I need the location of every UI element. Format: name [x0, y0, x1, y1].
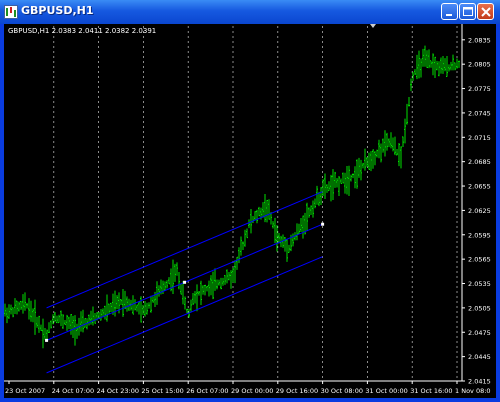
chart-window: GBPUSD,H1 2.0835 2.0805 2.0775 2.0745 2.0715… — [0, 0, 500, 402]
y-tick-label: 2.0415 — [468, 378, 491, 386]
y-tick-label: 2.0475 — [468, 329, 491, 337]
x-tick-label: 24 Oct 07:00 — [52, 387, 94, 395]
y-tick-label: 2.0565 — [468, 256, 491, 264]
maximize-icon — [463, 7, 473, 16]
y-tick-label: 2.0685 — [468, 158, 491, 166]
close-icon — [481, 7, 491, 17]
y-tick-label: 2.0835 — [468, 36, 491, 44]
maximize-button[interactable] — [459, 3, 476, 20]
x-tick-label: 31 Oct 16:00 — [410, 387, 452, 395]
channel-anchor-point — [183, 280, 187, 284]
y-tick-label: 2.0775 — [468, 85, 491, 93]
x-tick-label: 31 Oct 00:00 — [365, 387, 407, 395]
y-tick-label: 2.0625 — [468, 207, 491, 215]
y-tick-label: 2.0595 — [468, 231, 491, 239]
minimize-button[interactable] — [441, 3, 458, 20]
y-tick-label: 2.0745 — [468, 109, 491, 117]
close-button[interactable] — [477, 3, 494, 20]
x-tick-label: 29 Oct 00:00 — [231, 387, 273, 395]
y-tick-label: 2.0805 — [468, 61, 491, 69]
y-tick-label: 2.0445 — [468, 353, 491, 361]
chart-area[interactable]: 2.0835 2.0805 2.0775 2.0745 2.0715 2.0685 2.06… — [4, 24, 496, 398]
window-frame-bottom — [0, 398, 500, 402]
channel-anchor-point — [321, 222, 325, 226]
y-tick-label: 2.0505 — [468, 304, 491, 312]
chart-window-icon — [4, 5, 18, 19]
y-tick-label: 2.0715 — [468, 134, 491, 142]
y-tick-label: 2.0655 — [468, 183, 491, 191]
x-tick-label: 23 Oct 2007 — [5, 387, 45, 395]
y-tick-label: 2.0535 — [468, 280, 491, 288]
x-tick-label: 26 Oct 07:00 — [186, 387, 228, 395]
channel-anchor-point — [45, 338, 49, 342]
minimize-icon — [446, 14, 452, 16]
x-tick-label: 25 Oct 15:00 — [141, 387, 183, 395]
title-bar[interactable]: GBPUSD,H1 — [0, 0, 500, 24]
chart-info-label: GBPUSD,H1 2.0383 2.0411 2.0382 2.0391 — [8, 27, 156, 35]
x-tick-label: 29 Oct 16:00 — [276, 387, 318, 395]
x-tick-label: 1 Nov 08:0 — [455, 387, 491, 395]
window-title: GBPUSD,H1 — [21, 4, 94, 17]
x-tick-label: 30 Oct 08:00 — [321, 387, 363, 395]
x-tick-label: 24 Oct 23:00 — [97, 387, 139, 395]
price-chart[interactable]: 2.0835 2.0805 2.0775 2.0745 2.0715 2.0685 2.06… — [4, 24, 496, 398]
